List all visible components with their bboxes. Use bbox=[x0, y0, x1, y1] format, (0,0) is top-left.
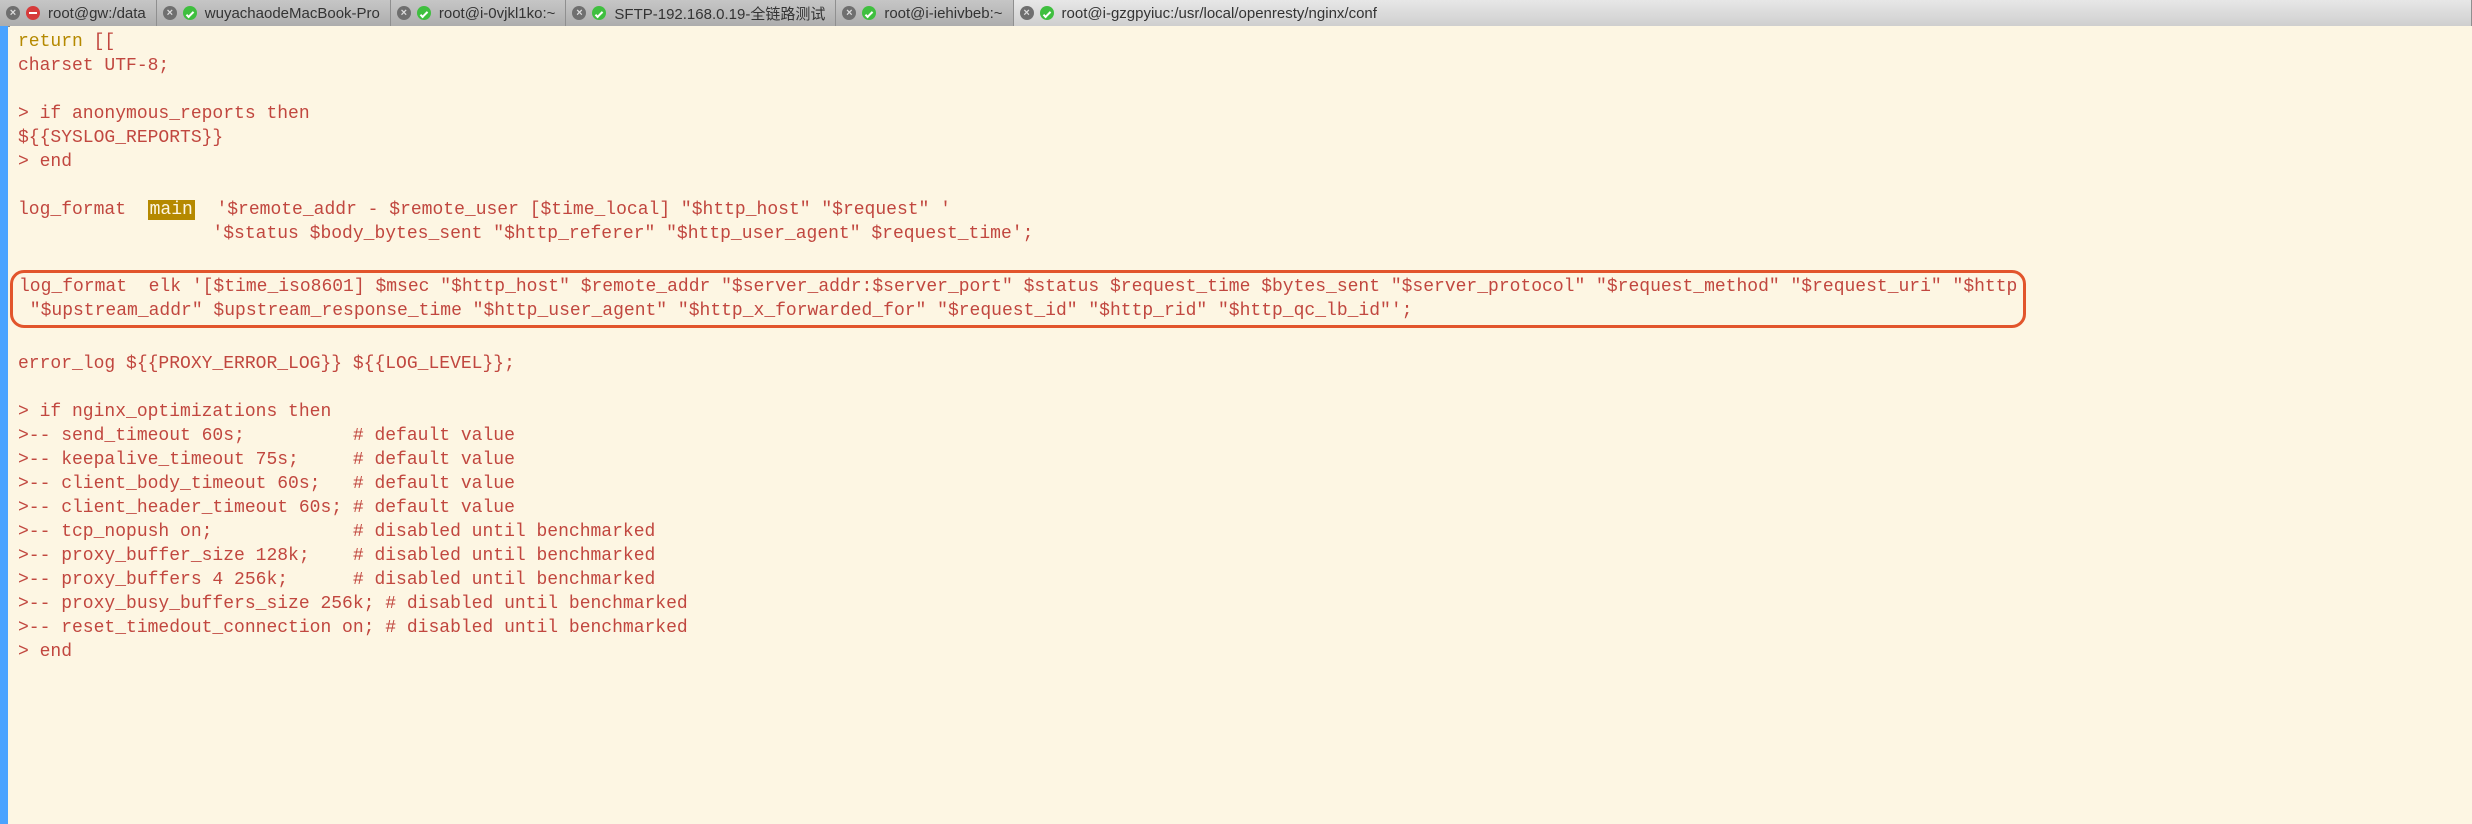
tab-3[interactable]: × SFTP-192.168.0.19-全链路测试 bbox=[566, 0, 836, 26]
code-line: log_format bbox=[18, 200, 148, 220]
status-connected-icon bbox=[592, 6, 606, 20]
code-line: "$upstream_addr" $upstream_response_time… bbox=[19, 301, 1412, 321]
code-line: >-- proxy_busy_buffers_size 256k; # disa… bbox=[18, 594, 688, 614]
tab-label: root@i-gzgpyiuc:/usr/local/openresty/ngi… bbox=[1062, 5, 1377, 22]
code-line: [[ bbox=[83, 32, 115, 52]
close-icon[interactable]: × bbox=[572, 6, 586, 20]
code-line: error_log ${{PROXY_ERROR_LOG}} ${{LOG_LE… bbox=[18, 354, 515, 374]
close-icon[interactable]: × bbox=[163, 6, 177, 20]
code-line: > if nginx_optimizations then bbox=[18, 402, 331, 422]
code-line: >-- proxy_buffers 4 256k; # disabled unt… bbox=[18, 570, 655, 590]
tab-4[interactable]: × root@i-iehivbeb:~ bbox=[836, 0, 1013, 26]
code-line: >-- client_body_timeout 60s; # default v… bbox=[18, 474, 515, 494]
code-line: ${{SYSLOG_REPORTS}} bbox=[18, 128, 223, 148]
code-line: >-- reset_timedout_connection on; # disa… bbox=[18, 618, 688, 638]
close-icon[interactable]: × bbox=[6, 6, 20, 20]
tab-0[interactable]: × root@gw:/data bbox=[0, 0, 157, 26]
code-line: > if anonymous_reports then bbox=[18, 104, 310, 124]
status-connected-icon bbox=[1040, 6, 1054, 20]
code-line: > end bbox=[18, 642, 72, 662]
search-highlight: main bbox=[148, 200, 195, 220]
editor-content[interactable]: return [[ charset UTF-8; > if anonymous_… bbox=[10, 26, 2472, 824]
status-disconnected-icon bbox=[26, 6, 40, 20]
code-line: '$status $body_bytes_sent "$http_referer… bbox=[18, 224, 1033, 244]
code-line: >-- send_timeout 60s; # default value bbox=[18, 426, 515, 446]
status-connected-icon bbox=[417, 6, 431, 20]
code-line: charset UTF-8; bbox=[18, 56, 169, 76]
close-icon[interactable]: × bbox=[842, 6, 856, 20]
code-keyword: return bbox=[18, 32, 83, 52]
tab-5-active[interactable]: × root@i-gzgpyiuc:/usr/local/openresty/n… bbox=[1014, 0, 2472, 26]
code-line: '$remote_addr - $remote_user [$time_loca… bbox=[195, 200, 951, 220]
code-line: >-- client_header_timeout 60s; # default… bbox=[18, 498, 515, 518]
tab-label: root@i-0vjkl1ko:~ bbox=[439, 5, 556, 22]
code-line: log_format elk '[$time_iso8601] $msec "$… bbox=[19, 277, 2017, 297]
annotation-box: log_format elk '[$time_iso8601] $msec "$… bbox=[10, 270, 2026, 328]
tab-1[interactable]: × wuyachaodeMacBook-Pro bbox=[157, 0, 391, 26]
code-line: >-- keepalive_timeout 75s; # default val… bbox=[18, 450, 515, 470]
scroll-indicator[interactable] bbox=[0, 26, 8, 824]
code-line: > end bbox=[18, 152, 72, 172]
status-connected-icon bbox=[183, 6, 197, 20]
close-icon[interactable]: × bbox=[397, 6, 411, 20]
status-connected-icon bbox=[862, 6, 876, 20]
tab-label: root@gw:/data bbox=[48, 5, 146, 22]
code-line: >-- tcp_nopush on; # disabled until benc… bbox=[18, 522, 655, 542]
tab-2[interactable]: × root@i-0vjkl1ko:~ bbox=[391, 0, 567, 26]
tab-label: root@i-iehivbeb:~ bbox=[884, 5, 1002, 22]
tab-label: SFTP-192.168.0.19-全链路测试 bbox=[614, 3, 825, 24]
tab-label: wuyachaodeMacBook-Pro bbox=[205, 5, 380, 22]
tab-bar: × root@gw:/data × wuyachaodeMacBook-Pro … bbox=[0, 0, 2472, 27]
code-line: >-- proxy_buffer_size 128k; # disabled u… bbox=[18, 546, 655, 566]
close-icon[interactable]: × bbox=[1020, 6, 1034, 20]
